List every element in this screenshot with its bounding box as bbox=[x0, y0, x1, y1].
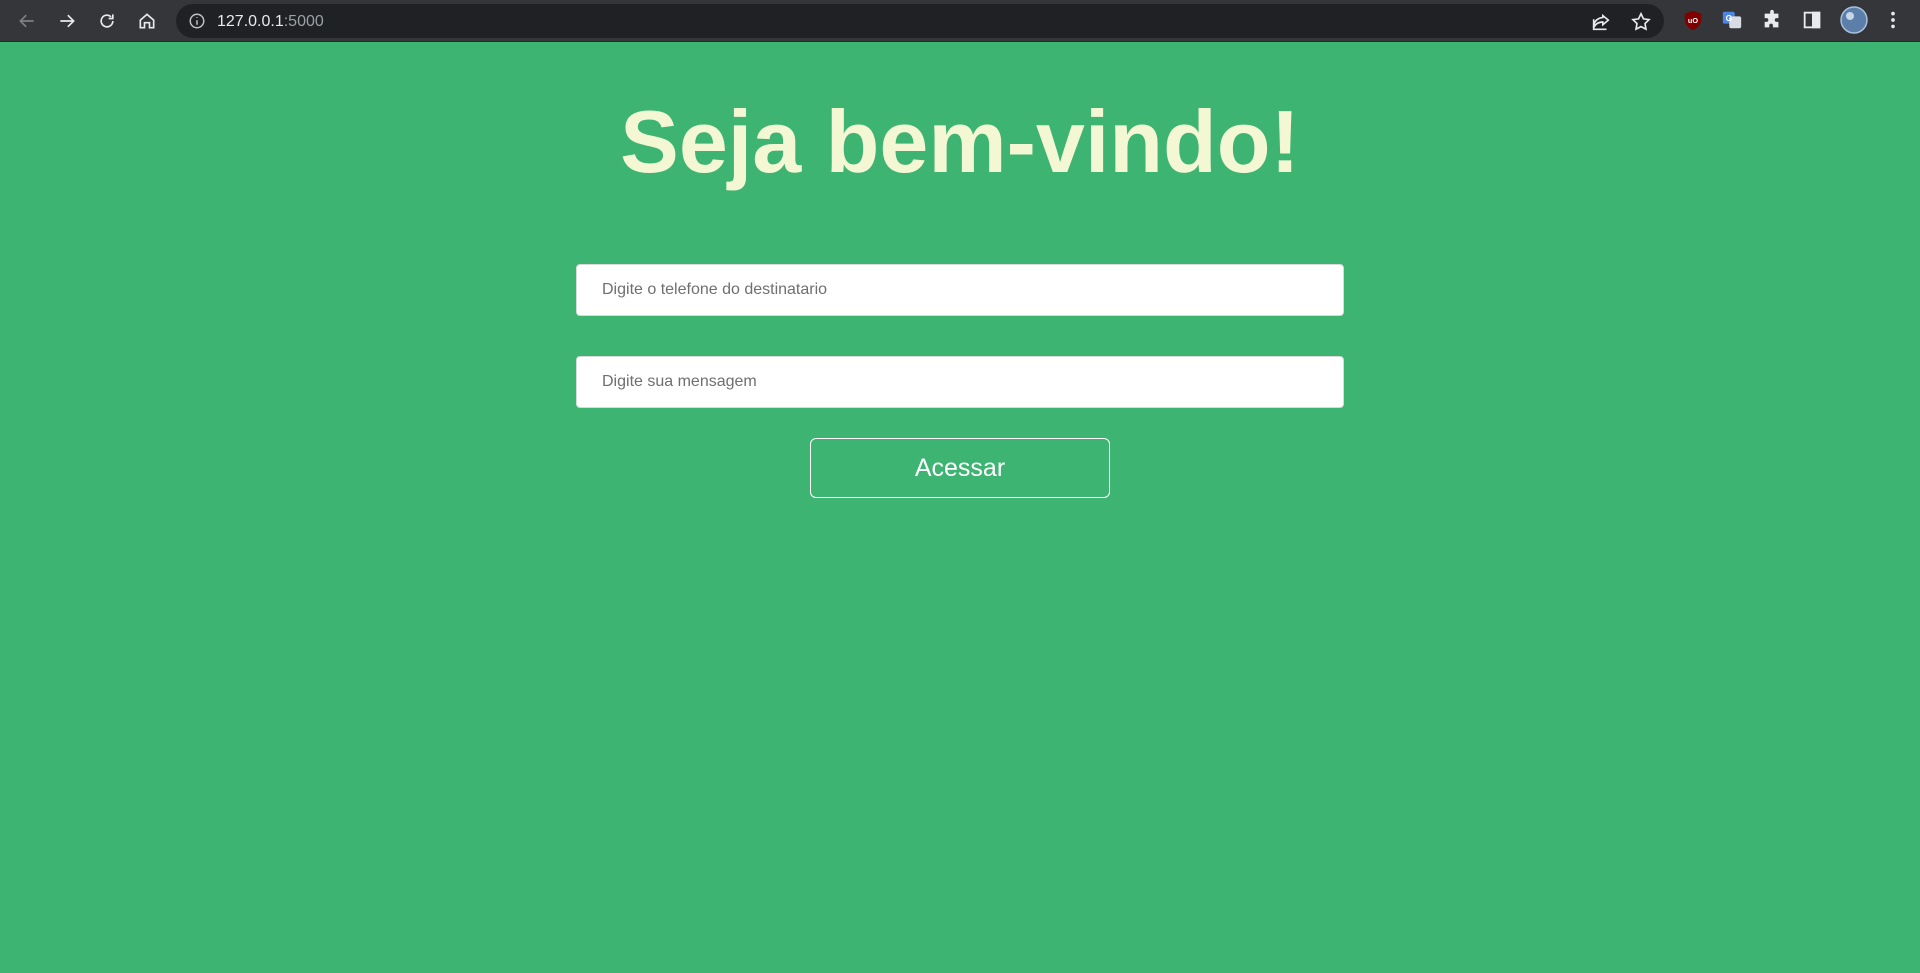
profile-avatar[interactable] bbox=[1840, 6, 1868, 34]
reload-icon[interactable] bbox=[92, 6, 122, 36]
forward-icon[interactable] bbox=[52, 6, 82, 36]
url-text[interactable]: 127.0.0.1:5000 bbox=[217, 13, 324, 31]
extensions-puzzle-icon[interactable] bbox=[1761, 9, 1783, 31]
svg-text:uO: uO bbox=[1688, 16, 1698, 25]
home-icon[interactable] bbox=[132, 6, 162, 36]
kebab-menu-icon[interactable] bbox=[1882, 9, 1904, 31]
site-info-icon[interactable] bbox=[188, 12, 206, 30]
ublock-extension-icon[interactable]: uO bbox=[1682, 9, 1704, 31]
url-port: :5000 bbox=[283, 13, 324, 30]
message-input[interactable] bbox=[576, 356, 1344, 408]
submit-button[interactable]: Acessar bbox=[810, 438, 1110, 498]
address-bar[interactable]: 127.0.0.1:5000 bbox=[176, 4, 1664, 38]
url-host: 127.0.0.1 bbox=[217, 13, 284, 30]
browser-toolbar: 127.0.0.1:5000 uO G bbox=[0, 0, 1920, 42]
share-icon[interactable] bbox=[1590, 11, 1612, 33]
side-panel-icon[interactable] bbox=[1801, 9, 1823, 31]
svg-text:G: G bbox=[1726, 14, 1732, 23]
page-title: Seja bem-vindo! bbox=[620, 92, 1300, 191]
phone-input[interactable] bbox=[576, 264, 1344, 316]
bookmark-star-icon[interactable] bbox=[1630, 11, 1652, 33]
translate-extension-icon[interactable]: G bbox=[1721, 9, 1743, 31]
back-icon[interactable] bbox=[12, 6, 42, 36]
